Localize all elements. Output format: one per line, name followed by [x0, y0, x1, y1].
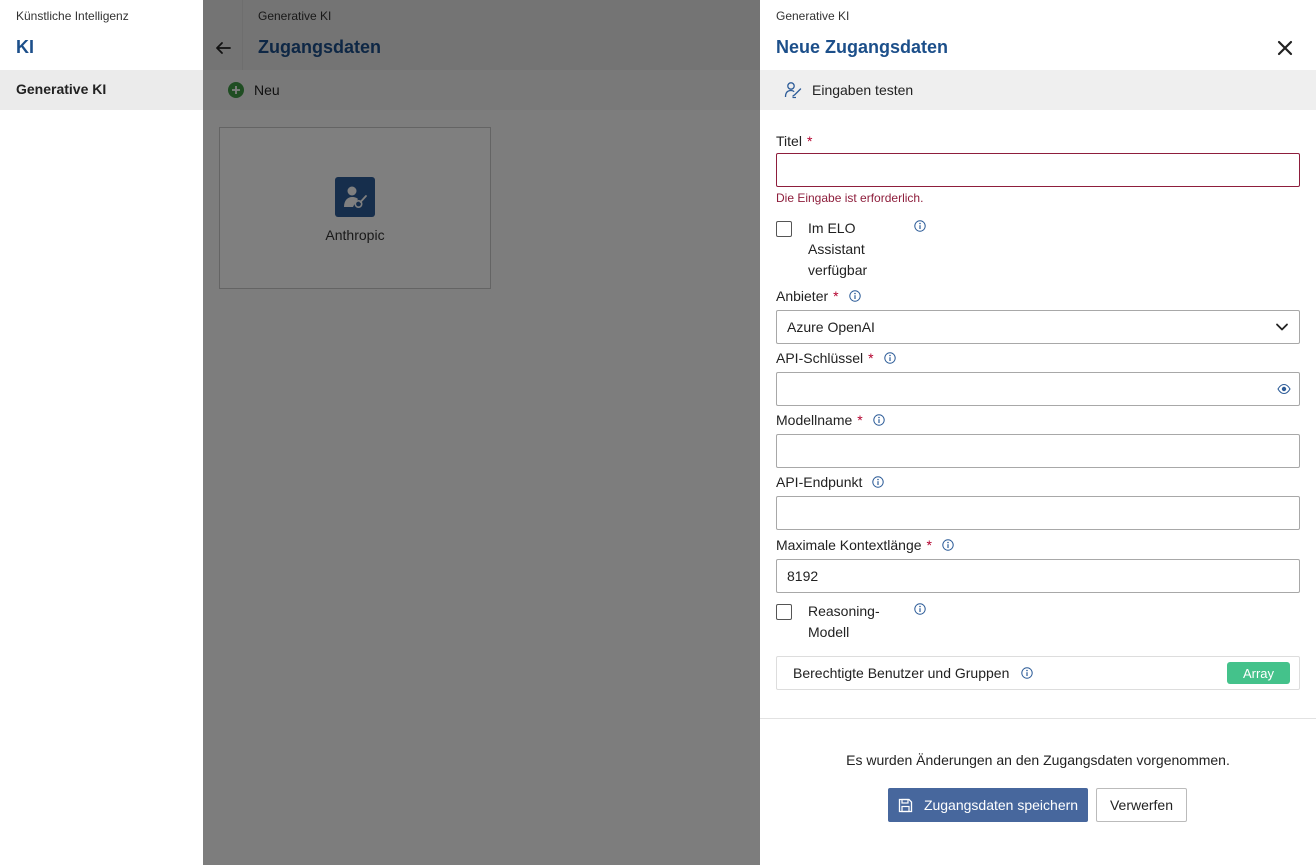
title-error-message: Die Eingabe ist erforderlich.: [776, 191, 924, 205]
provider-select-value: Azure OpenAI: [787, 319, 875, 335]
save-button[interactable]: Zugangsdaten speichern: [888, 788, 1088, 822]
context-length-input[interactable]: [776, 559, 1300, 593]
info-icon[interactable]: [942, 539, 954, 551]
provider-label: Anbieter *: [776, 288, 861, 304]
panel-toolbar: Eingaben testen: [760, 70, 1316, 110]
plus-circle-icon[interactable]: [228, 82, 244, 98]
sidebar-item-generative-ki[interactable]: Generative KI: [0, 70, 203, 110]
permissions-label: Berechtigte Benutzer und Gruppen: [793, 665, 1010, 681]
context-length-label-text: Maximale Kontextlänge: [776, 537, 922, 553]
endpoint-input[interactable]: [776, 496, 1300, 530]
tile-area: Anthropic: [203, 110, 760, 865]
provider-tile-label: Anthropic: [325, 227, 385, 243]
new-button[interactable]: Neu: [254, 82, 280, 98]
detail-panel: Generative KI Neue Zugangsdaten Eingaben…: [760, 0, 1316, 865]
list-toolbar: Neu: [203, 70, 760, 110]
required-mark: *: [833, 288, 839, 304]
model-label: Modellname *: [776, 412, 885, 428]
chevron-down-icon: [1276, 323, 1288, 331]
info-icon[interactable]: [883, 352, 896, 364]
list-title: Zugangsdaten: [258, 37, 382, 57]
ai-agent-icon: [335, 177, 375, 217]
context-length-label: Maximale Kontextlänge *: [776, 537, 954, 553]
api-key-label: API-Schlüssel *: [776, 350, 896, 366]
model-input[interactable]: [776, 434, 1300, 468]
app-window: Künstliche Intelligenz KI Generative KI …: [0, 0, 1316, 865]
api-key-label-text: API-Schlüssel: [776, 350, 864, 366]
info-icon[interactable]: [914, 603, 926, 615]
info-icon[interactable]: [872, 476, 885, 488]
panel-breadcrumb[interactable]: Generative KI: [776, 9, 849, 23]
save-button-label: Zugangsdaten speichern: [923, 797, 1079, 813]
info-icon[interactable]: [848, 290, 861, 302]
list-panel: Generative KI Zugangsdaten Neu Anthropic: [203, 0, 760, 865]
sidebar-title: KI: [16, 37, 34, 57]
provider-label-text: Anbieter: [776, 288, 829, 304]
assistant-checkbox[interactable]: [776, 221, 792, 237]
required-mark: *: [806, 133, 813, 149]
test-inputs-button[interactable]: Eingaben testen: [812, 82, 913, 98]
provider-select[interactable]: Azure OpenAI: [776, 310, 1300, 344]
title-input[interactable]: [776, 153, 1300, 187]
list-breadcrumb[interactable]: Generative KI: [258, 9, 331, 23]
required-mark: *: [926, 537, 932, 553]
discard-button[interactable]: Verwerfen: [1096, 788, 1187, 822]
test-user-icon: [784, 82, 802, 99]
api-key-input[interactable]: [776, 372, 1300, 406]
permissions-type-badge: Array: [1226, 662, 1290, 684]
reasoning-label: Reasoning-Modell: [808, 603, 880, 640]
close-icon[interactable]: [1276, 39, 1294, 57]
permissions-row[interactable]: Berechtigte Benutzer und Gruppen Array: [776, 656, 1300, 690]
info-icon[interactable]: [914, 220, 926, 232]
endpoint-label-text: API-Endpunkt: [776, 474, 863, 490]
info-icon[interactable]: [873, 414, 885, 426]
info-icon[interactable]: [1021, 667, 1034, 679]
sidebar: Künstliche Intelligenz KI Generative KI: [0, 0, 203, 865]
eye-icon[interactable]: [1277, 383, 1291, 395]
required-mark: *: [868, 350, 874, 366]
assistant-label: Im ELO Assistant verfügbar: [808, 220, 868, 278]
footer-divider: [760, 718, 1316, 719]
floppy-disk-icon: [898, 798, 913, 812]
required-mark: *: [857, 412, 863, 428]
reasoning-checkbox[interactable]: [776, 604, 792, 620]
provider-tile-anthropic[interactable]: Anthropic: [219, 127, 491, 289]
model-label-text: Modellname: [776, 412, 853, 428]
back-button[interactable]: [203, 0, 243, 70]
endpoint-label: API-Endpunkt: [776, 474, 885, 490]
sidebar-breadcrumb[interactable]: Künstliche Intelligenz: [16, 9, 129, 23]
panel-title: Neue Zugangsdaten: [776, 37, 949, 57]
unsaved-changes-message: Es wurden Änderungen an den Zugangsdaten…: [846, 752, 1230, 768]
title-label-text: Titel: [776, 133, 802, 149]
arrow-left-icon: [215, 42, 231, 54]
title-label: Titel *: [776, 133, 812, 149]
